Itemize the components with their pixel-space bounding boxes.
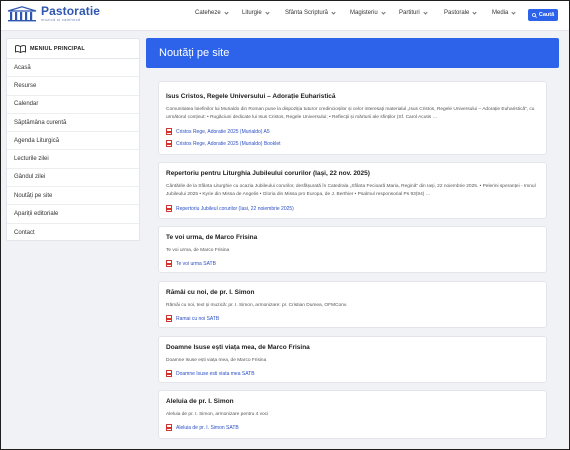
- top-navigation-bar: Pastoratie muzică și cateheză Cateheze L…: [1, 1, 569, 31]
- chevron-down-icon: [472, 9, 477, 15]
- news-card-description: Comunitatea loiefinilor lui Murialdo din…: [166, 107, 535, 120]
- sidebar-item-label: Acasă: [14, 64, 31, 71]
- sidebar-item-label: Agenda Liturgică: [14, 137, 60, 144]
- nav-label: Media: [492, 10, 509, 16]
- sidebar-item-label: Apariții editoriale: [14, 211, 59, 218]
- nav-sfanta-scriptura[interactable]: Sfânta Scriptură: [285, 9, 336, 16]
- attachment-label: Repertoriu Jubileul corurilor (Iasi, 22 …: [176, 205, 294, 212]
- nav-label: Partituri: [399, 10, 420, 16]
- sidebar-item-label: Gândul zilei: [14, 174, 46, 181]
- search-label: Caută: [538, 12, 555, 18]
- page: Pastoratie muzică și cateheză Cateheze L…: [0, 0, 570, 450]
- pdf-file-icon: [166, 370, 173, 377]
- sidebar-item-noutati[interactable]: Noutăți pe site: [7, 187, 139, 206]
- sidebar-item-aparitii-editoriale[interactable]: Apariții editoriale: [7, 205, 139, 224]
- news-card: Repertoriu pentru Liturghia Jubileului c…: [158, 162, 547, 219]
- attachment-label: Te voi urma SATB: [176, 260, 216, 267]
- nav-label: Pastorale: [444, 10, 470, 16]
- page-header-banner: Noutăți pe site: [146, 38, 559, 68]
- sidebar-item-label: Calendar: [14, 101, 39, 108]
- attachment-link[interactable]: Doamne Isuse esti viata mea SATB: [166, 370, 255, 377]
- news-card: Doamne Isuse ești viața mea, de Marco Fr…: [158, 336, 547, 383]
- attachment-link[interactable]: Aleluia de pr. I. Simon SATB: [166, 424, 239, 431]
- site-title[interactable]: Pastoratie: [41, 5, 100, 17]
- nav-liturgie[interactable]: Liturgie: [242, 9, 270, 16]
- attachment-label: Doamne Isuse esti viata mea SATB: [176, 370, 255, 377]
- sidebar-title: MENIUL PRINCIPAL: [30, 45, 85, 52]
- news-card-description: Te voi urma, de Marco Frisina: [166, 248, 230, 253]
- sidebar-header: MENIUL PRINCIPAL: [7, 39, 139, 59]
- news-card: Isus Cristos, Regele Universului – Adora…: [158, 81, 547, 155]
- news-card: Te voi urma, de Marco Frisina Te voi urm…: [158, 226, 547, 273]
- chevron-down-icon: [423, 9, 428, 15]
- chevron-down-icon: [331, 9, 336, 15]
- nav-label: Cateheze: [195, 10, 221, 16]
- chevron-down-icon: [265, 9, 270, 15]
- nav-cateheze[interactable]: Cateheze: [195, 9, 229, 16]
- sidebar-item-agenda-liturgica[interactable]: Agenda Liturgică: [7, 132, 139, 151]
- news-card-description: Cântările de la Sfânta Liturghie cu ocaz…: [166, 184, 536, 197]
- news-card-description: Rămâi cu noi, text și muzică: pr. I. Sim…: [166, 303, 348, 308]
- nav-label: Magisteriu: [350, 10, 378, 16]
- sidebar-item-label: Noutăți pe site: [14, 192, 53, 199]
- news-card-title[interactable]: Repertoriu pentru Liturghia Jubileului c…: [166, 170, 370, 177]
- site-logo[interactable]: Pastoratie muzică și cateheză: [7, 5, 100, 22]
- sidebar-item-label: Săptămâna curentă: [14, 119, 67, 126]
- news-card: Aleluia de pr. I. Simon Aleluia de pr. I…: [158, 390, 547, 439]
- pdf-file-icon: [166, 205, 173, 212]
- attachment-label: Aleluia de pr. I. Simon SATB: [176, 424, 239, 431]
- nav-magisteriu[interactable]: Magisteriu: [350, 9, 386, 16]
- sidebar-item-acasa[interactable]: Acasă: [7, 59, 139, 78]
- pdf-file-icon: [166, 315, 173, 322]
- news-card-description: Aleluia de pr. I. Simon, armonizare pent…: [166, 412, 269, 417]
- news-card-title[interactable]: Doamne Isuse ești viața mea, de Marco Fr…: [166, 344, 310, 351]
- sidebar-menu: MENIUL PRINCIPAL Acasă Resurse Calendar …: [6, 38, 140, 241]
- attachment-label: Ramai cu noi SATB: [176, 315, 220, 322]
- sidebar-item-label: Contact: [14, 229, 35, 236]
- search-icon: [531, 12, 537, 18]
- nav-partituri[interactable]: Partituri: [399, 9, 428, 16]
- sidebar-item-label: Lecturile zilei: [14, 156, 49, 163]
- chevron-down-icon: [224, 9, 229, 15]
- news-card-title[interactable]: Aleluia de pr. I. Simon: [166, 398, 234, 405]
- sidebar-item-resurse[interactable]: Resurse: [7, 77, 139, 96]
- attachment-label: Cristos Rege, Adoratie 2025 (Murialdo) B…: [176, 140, 281, 147]
- attachment-link[interactable]: Cristos Rege, Adoratie 2025 (Murialdo) B…: [166, 140, 281, 147]
- sidebar-item-saptamana-curenta[interactable]: Săptămâna curentă: [7, 114, 139, 133]
- nav-label: Liturgie: [242, 10, 262, 16]
- page-title: Noutăți pe site: [159, 47, 230, 59]
- church-columns-icon: [7, 5, 37, 21]
- attachment-label: Cristos Rege, Adoratie 2025 (Murialdo) A…: [176, 128, 270, 135]
- attachment-link[interactable]: Te voi urma SATB: [166, 260, 216, 267]
- nav-media[interactable]: Media: [492, 9, 516, 16]
- sidebar-item-label: Resurse: [14, 82, 37, 89]
- news-card-title[interactable]: Isus Cristos, Regele Universului – Adora…: [166, 93, 336, 100]
- sidebar-item-lecturile-zilei[interactable]: Lecturile zilei: [7, 150, 139, 169]
- pdf-file-icon: [166, 424, 173, 431]
- attachment-link[interactable]: Ramai cu noi SATB: [166, 315, 219, 322]
- nav-pastorale[interactable]: Pastorale: [444, 9, 477, 16]
- pdf-file-icon: [166, 260, 173, 267]
- sidebar-item-gandul-zilei[interactable]: Gândul zilei: [7, 169, 139, 188]
- attachment-link[interactable]: Repertoriu Jubileul corurilor (Iasi, 22 …: [166, 205, 294, 212]
- chevron-down-icon: [511, 9, 516, 15]
- news-card-title[interactable]: Rămâi cu noi, de pr. I. Simon: [166, 289, 255, 296]
- sidebar-item-contact[interactable]: Contact: [7, 224, 139, 242]
- chevron-down-icon: [381, 9, 386, 15]
- news-card-title[interactable]: Te voi urma, de Marco Frisina: [166, 234, 257, 241]
- book-icon: [15, 44, 26, 53]
- news-card: Rămâi cu noi, de pr. I. Simon Rămâi cu n…: [158, 281, 547, 328]
- search-button[interactable]: Caută: [528, 9, 558, 21]
- news-card-description: Doamne Isuse ești viața mea, de Marco Fr…: [166, 358, 267, 363]
- site-subtitle: muzică și cateheză: [41, 17, 81, 22]
- nav-label: Sfânta Scriptură: [285, 10, 329, 16]
- sidebar-item-calendar[interactable]: Calendar: [7, 96, 139, 114]
- pdf-file-icon: [166, 140, 173, 147]
- attachment-link[interactable]: Cristos Rege, Adoratie 2025 (Murialdo) A…: [166, 128, 270, 135]
- pdf-file-icon: [166, 128, 173, 135]
